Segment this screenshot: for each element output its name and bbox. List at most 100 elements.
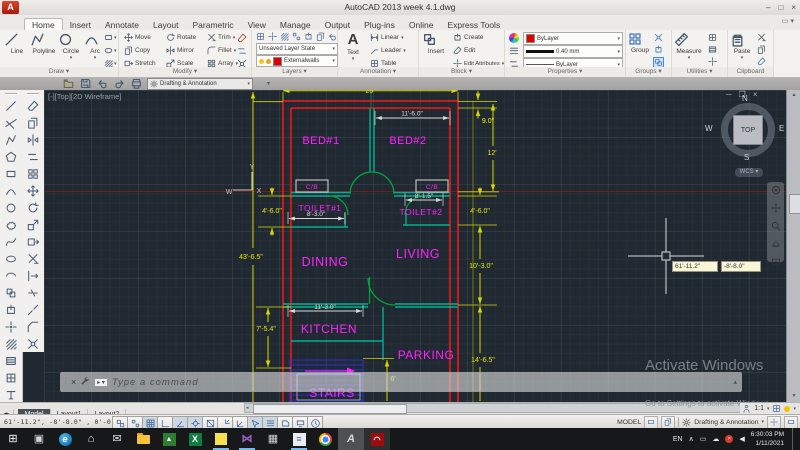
show-desktop-button[interactable] (792, 428, 796, 450)
layer-isolate-icon[interactable] (280, 32, 289, 41)
display-icon[interactable]: ▭ (700, 435, 707, 443)
workspace-switcher[interactable]: Drafting & Annotation ▾ (147, 77, 253, 90)
line-icon[interactable] (2, 97, 20, 114)
viewcube-north[interactable]: N (742, 94, 748, 103)
match-properties-icon[interactable] (757, 57, 766, 66)
insert-block-icon[interactable] (2, 284, 20, 301)
qat-more-icon[interactable]: ▾ (257, 78, 270, 89)
notification-error-icon[interactable]: × (725, 435, 734, 443)
scroll-left-icon[interactable]: ◂ (246, 404, 249, 412)
nav-wheel-icon[interactable] (771, 182, 781, 200)
polyline-icon[interactable] (2, 131, 20, 148)
layer-state-dropdown[interactable]: Unsaved Layer State ▾ (256, 43, 338, 55)
annotation-visibility-icon[interactable] (742, 404, 751, 413)
edit-block-button[interactable]: Edit (453, 46, 475, 55)
layer-prev-icon[interactable] (328, 32, 337, 41)
insert-block-button[interactable]: Insert (422, 32, 450, 55)
point-icon[interactable] (2, 318, 20, 335)
undo-icon[interactable] (96, 78, 109, 89)
wcs-dropdown[interactable]: WCS ▾ (735, 168, 763, 177)
taskbar-autocad-icon[interactable]: A (338, 428, 364, 450)
taskbar-calculator-icon[interactable]: ▦ (260, 428, 286, 450)
color-dropdown[interactable]: ByLayer ▾ (523, 32, 623, 45)
viewcube-top-face[interactable]: TOP (733, 115, 763, 145)
pan-icon[interactable] (770, 200, 781, 218)
viewport-controls-label[interactable]: [-][Top][2D Wireframe] (48, 92, 121, 101)
mirror-button[interactable]: Mirror (166, 46, 194, 55)
taskbar-store-icon[interactable]: ⌂ (78, 428, 104, 450)
array-icon[interactable] (24, 165, 42, 182)
fillet-button[interactable]: Fillet ▾ (207, 46, 236, 55)
command-line[interactable]: ⁞ × ▸ ▾ Type a command ▴ (60, 372, 742, 392)
ribbon-minimize-icon[interactable]: ▭ ▾ (782, 17, 794, 25)
open-icon[interactable] (62, 78, 75, 89)
join-icon[interactable] (24, 301, 42, 318)
onedrive-icon[interactable]: ☁ (712, 435, 719, 443)
copy-clip-icon[interactable] (757, 45, 766, 54)
rectangle-button[interactable]: ▾ (104, 33, 117, 42)
ellipse-icon[interactable] (2, 250, 20, 267)
drawing-canvas[interactable] (44, 90, 786, 402)
offset-icon[interactable] (24, 148, 42, 165)
taskbar-excel-icon[interactable]: X (182, 428, 208, 450)
ungroup-icon[interactable] (654, 33, 663, 42)
vp-minimize-icon[interactable]: ─ (726, 90, 732, 99)
move-button[interactable]: Move (124, 33, 151, 42)
taskbar-acrobat-icon[interactable]: ◠ (364, 428, 390, 450)
text-button[interactable]: A Text ▾ (341, 32, 365, 63)
copy-icon[interactable] (24, 114, 42, 131)
copy-button[interactable]: Copy (124, 46, 150, 55)
revision-cloud-icon[interactable] (2, 216, 20, 233)
showmotion-icon[interactable] (771, 254, 781, 272)
leader-button[interactable]: Leader ▾ (370, 46, 406, 55)
cleanscreen-icon[interactable] (784, 415, 798, 429)
command-prompt[interactable]: Type a command (112, 377, 199, 388)
explode-icon[interactable] (24, 335, 42, 352)
command-grip[interactable]: ⁞ (65, 379, 67, 386)
clock[interactable]: 6:30:03 PM 1/11/2021 (751, 430, 784, 449)
trim-button[interactable]: Trim ▾ (207, 33, 235, 42)
hatch-icon[interactable] (2, 335, 20, 352)
workspace-label[interactable]: Drafting & Annotation (694, 419, 758, 426)
redo-icon[interactable] (113, 78, 126, 89)
scale-icon[interactable] (24, 216, 42, 233)
quick-calc-icon[interactable] (708, 45, 717, 54)
command-recent-icon[interactable]: ▸ ▾ (94, 377, 108, 387)
polyline-button[interactable]: Polyline (30, 32, 58, 55)
region-icon[interactable] (2, 369, 20, 386)
cut-icon[interactable] (757, 33, 766, 42)
layer-dropdown[interactable]: Externalwalls ▾ (256, 55, 338, 67)
layer-match-icon[interactable] (316, 32, 325, 41)
rotate-icon[interactable] (24, 199, 42, 216)
vertical-scrollbar[interactable]: ▲ ▼ (786, 90, 800, 402)
taskbar-file-explorer-icon[interactable] (130, 428, 156, 450)
mirror-icon[interactable] (24, 131, 42, 148)
taskbar-photos-icon[interactable]: ▲ (156, 428, 182, 450)
orbit-icon[interactable] (771, 236, 781, 254)
layer-properties-icon[interactable] (256, 32, 265, 41)
plot-icon[interactable] (130, 78, 143, 89)
command-customize-icon[interactable] (80, 373, 90, 391)
annotation-scale-value[interactable]: 1:1 (754, 405, 764, 412)
taskbar-visual-studio-icon[interactable]: ⋈ (234, 428, 260, 450)
save-icon[interactable] (79, 78, 92, 89)
vp-close-icon[interactable]: × (753, 90, 758, 99)
create-block-icon[interactable] (2, 301, 20, 318)
viewcube-west[interactable]: W (705, 124, 713, 133)
extend-icon[interactable] (24, 267, 42, 284)
taskbar-task-view-icon[interactable]: ▣ (26, 428, 52, 450)
circle-icon[interactable] (2, 199, 20, 216)
create-block-button[interactable]: Create (453, 33, 484, 42)
maximize-button[interactable]: □ (778, 1, 783, 14)
annotation-auto-icon[interactable] (772, 404, 781, 413)
ellipse-arc-icon[interactable] (2, 267, 20, 284)
polygon-icon[interactable] (2, 148, 20, 165)
erase-icon[interactable] (24, 97, 42, 114)
scroll-up-icon[interactable]: ▲ (787, 90, 800, 101)
layer-lock-icon[interactable] (304, 32, 313, 41)
close-button[interactable]: × (791, 1, 796, 14)
command-expand-icon[interactable]: ▴ (733, 378, 737, 386)
arc-button[interactable]: Arc ▾ (84, 32, 106, 61)
line-button[interactable]: Line (4, 32, 30, 55)
rotate-button[interactable]: Rotate (166, 33, 196, 42)
